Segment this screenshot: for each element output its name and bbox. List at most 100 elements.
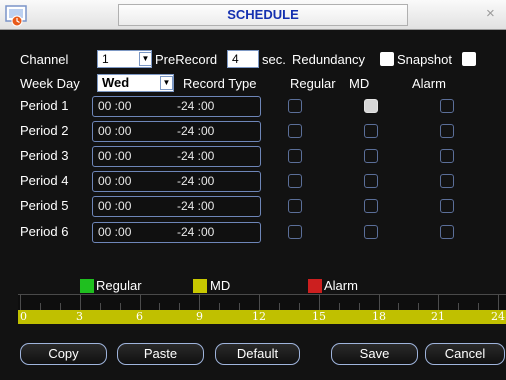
legend-regular-swatch [80,279,94,293]
timeline-tick-label: 18 [372,310,386,323]
period-time-range[interactable]: 00 :00 -24 :00 [92,171,261,192]
alarm-checkbox[interactable] [440,124,454,138]
period-start-time[interactable]: 00 :00 [98,122,131,141]
timeline-tick-label: 3 [76,310,83,323]
prerecord-unit: sec. [262,52,286,67]
timeline-tick-label: 15 [312,310,326,323]
timeline-hour-tick [80,294,81,310]
redundancy-label: Redundancy [292,52,365,67]
period-label: Period 5 [20,198,69,213]
period-label: Period 4 [20,173,69,188]
timeline-hour-tick [319,294,320,310]
alarm-checkbox[interactable] [440,99,454,113]
record-type-header: Record Type [183,76,257,91]
period-start-time[interactable]: 00 :00 [98,97,131,116]
schedule-window: SCHEDULE × Channel 1 ▼ PreRecord 4 sec. … [0,0,506,380]
timeline-hour-tick [140,294,141,310]
period-end-time[interactable]: -24 :00 [177,223,214,242]
window-title: SCHEDULE [118,4,408,26]
timeline-hour-tick [418,303,419,310]
timeline-hour-tick [120,303,121,310]
period-time-range[interactable]: 00 :00 -24 :00 [92,196,261,217]
cancel-button[interactable]: Cancel [425,343,505,365]
timeline-tick-label: 24 [491,310,505,323]
timeline-hour-tick [359,303,360,310]
app-logo-icon [5,5,27,27]
period-time-range[interactable]: 00 :00 -24 :00 [92,96,261,117]
regular-checkbox[interactable] [288,174,302,188]
channel-dropdown-icon[interactable]: ▼ [139,52,152,66]
snapshot-checkbox[interactable] [462,52,476,66]
period-end-time[interactable]: -24 :00 [177,147,214,166]
timeline-hour-tick [299,303,300,310]
timeline-hour-tick [279,303,280,310]
period-label: Period 6 [20,224,69,239]
period-time-range[interactable]: 00 :00 -24 :00 [92,222,261,243]
period-end-time[interactable]: -24 :00 [177,197,214,216]
channel-label: Channel [20,52,69,67]
regular-checkbox[interactable] [288,225,302,239]
timeline-hour-tick [179,303,180,310]
md-checkbox[interactable] [364,225,378,239]
legend-regular-label: Regular [96,278,142,293]
legend-alarm-label: Alarm [324,278,358,293]
period-start-time[interactable]: 00 :00 [98,172,131,191]
timeline-hour-tick [259,294,260,310]
period-label: Period 2 [20,123,69,138]
timeline-hour-tick [100,303,101,310]
timeline-tick-label: 21 [431,310,445,323]
timeline-hour-tick [199,294,200,310]
regular-checkbox[interactable] [288,124,302,138]
period-end-time[interactable]: -24 :00 [177,172,214,191]
timeline-hour-tick [20,294,21,310]
period-end-time[interactable]: -24 :00 [177,97,214,116]
timeline-tick-label: 12 [252,310,266,323]
timeline-tick-label: 6 [136,310,143,323]
timeline-tick-label: 9 [196,310,203,323]
regular-checkbox[interactable] [288,99,302,113]
period-start-time[interactable]: 00 :00 [98,223,131,242]
weekday-dropdown-icon[interactable]: ▼ [160,76,173,90]
md-checkbox[interactable] [364,149,378,163]
prerecord-input[interactable]: 4 [227,50,259,68]
timeline-hour-tick [60,303,61,310]
redundancy-checkbox[interactable] [380,52,394,66]
title-bar: SCHEDULE × [0,0,506,30]
md-checkbox[interactable] [364,124,378,138]
timeline-hour-tick [478,303,479,310]
alarm-checkbox[interactable] [440,149,454,163]
regular-column-header: Regular [290,76,336,91]
period-start-time[interactable]: 00 :00 [98,197,131,216]
timeline-grid [18,294,506,310]
md-checkbox[interactable] [364,99,378,113]
close-icon[interactable]: × [486,6,495,22]
timeline-hour-tick [398,303,399,310]
timeline-hour-tick [339,303,340,310]
period-start-time[interactable]: 00 :00 [98,147,131,166]
period-time-range[interactable]: 00 :00 -24 :00 [92,146,261,167]
legend-md-swatch [193,279,207,293]
md-checkbox[interactable] [364,174,378,188]
alarm-checkbox[interactable] [440,174,454,188]
alarm-checkbox[interactable] [440,225,454,239]
timeline-hour-tick [239,303,240,310]
md-checkbox[interactable] [364,199,378,213]
period-label: Period 1 [20,98,69,113]
prerecord-label: PreRecord [155,52,218,67]
timeline-hour-tick [458,303,459,310]
legend-md-label: MD [210,278,231,293]
default-button[interactable]: Default [215,343,300,365]
snapshot-label: Snapshot [397,52,452,67]
legend-alarm-swatch [308,279,322,293]
alarm-checkbox[interactable] [440,199,454,213]
timeline-hour-tick [438,294,439,310]
save-button[interactable]: Save [331,343,418,365]
timeline-hour-tick [498,294,499,310]
paste-button[interactable]: Paste [117,343,204,365]
regular-checkbox[interactable] [288,199,302,213]
copy-button[interactable]: Copy [20,343,107,365]
period-end-time[interactable]: -24 :00 [177,122,214,141]
period-time-range[interactable]: 00 :00 -24 :00 [92,121,261,142]
timeline-hour-tick [40,303,41,310]
regular-checkbox[interactable] [288,149,302,163]
